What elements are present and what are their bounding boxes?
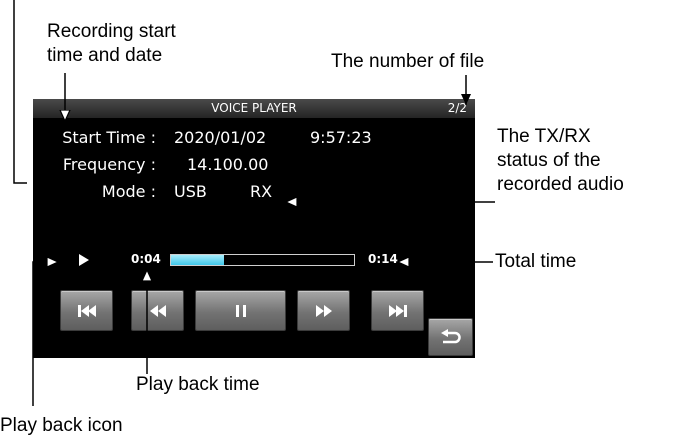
rewind-icon bbox=[149, 304, 166, 317]
start-time-label: Start Time : bbox=[62, 128, 156, 147]
skip-forward-icon bbox=[388, 304, 407, 317]
mode-label: Mode : bbox=[101, 182, 156, 201]
return-button[interactable] bbox=[428, 318, 473, 356]
callout-txrx-line3: recorded audio bbox=[497, 174, 624, 195]
total-time: 0:14 bbox=[368, 252, 398, 266]
pause-icon bbox=[235, 304, 246, 317]
start-date-value: 2020/01/02 bbox=[174, 128, 267, 147]
callout-playback-icon: Play back icon bbox=[0, 415, 123, 436]
callout-txrx-line2: status of the bbox=[497, 150, 601, 171]
frame-bracket-line bbox=[13, 0, 27, 184]
file-count: 2/2 bbox=[447, 101, 467, 115]
skip-back-icon bbox=[77, 304, 96, 317]
callout-number-of-file: The number of file bbox=[331, 51, 485, 72]
voice-player-screen: VOICE PLAYER 2/2 Start Time : 2020/01/02… bbox=[33, 99, 475, 358]
callout-recording-start: Recording start time and date bbox=[47, 20, 176, 68]
fast-forward-icon bbox=[315, 304, 332, 317]
mode-value: USB bbox=[174, 182, 207, 201]
callout-recording-start-line1: Recording start bbox=[47, 21, 176, 42]
rewind-button[interactable] bbox=[131, 290, 184, 331]
return-icon bbox=[440, 329, 461, 344]
callout-playback-time: Play back time bbox=[136, 374, 260, 395]
frequency-label: Frequency : bbox=[62, 155, 156, 174]
skip-forward-button[interactable] bbox=[371, 290, 424, 331]
start-time-value: 9:57:23 bbox=[310, 128, 372, 147]
progress-bar-fill bbox=[171, 255, 225, 265]
callout-txrx-status: The TX/RX status of the recorded audio bbox=[497, 125, 624, 197]
title-bar: VOICE PLAYER 2/2 bbox=[33, 99, 475, 118]
screen-title: VOICE PLAYER bbox=[211, 101, 297, 115]
callout-recording-start-line2: time and date bbox=[47, 45, 163, 66]
fast-forward-button[interactable] bbox=[297, 290, 350, 331]
skip-back-button[interactable] bbox=[60, 290, 113, 331]
play-icon bbox=[79, 254, 89, 266]
txrx-status-value: RX bbox=[250, 182, 273, 201]
callout-txrx-line1: The TX/RX bbox=[497, 126, 591, 147]
callout-total-time: Total time bbox=[495, 251, 577, 272]
progress-bar bbox=[170, 254, 355, 266]
pause-button[interactable] bbox=[195, 290, 286, 331]
frequency-value: 14.100.00 bbox=[187, 155, 269, 174]
elapsed-time: 0:04 bbox=[131, 252, 161, 266]
